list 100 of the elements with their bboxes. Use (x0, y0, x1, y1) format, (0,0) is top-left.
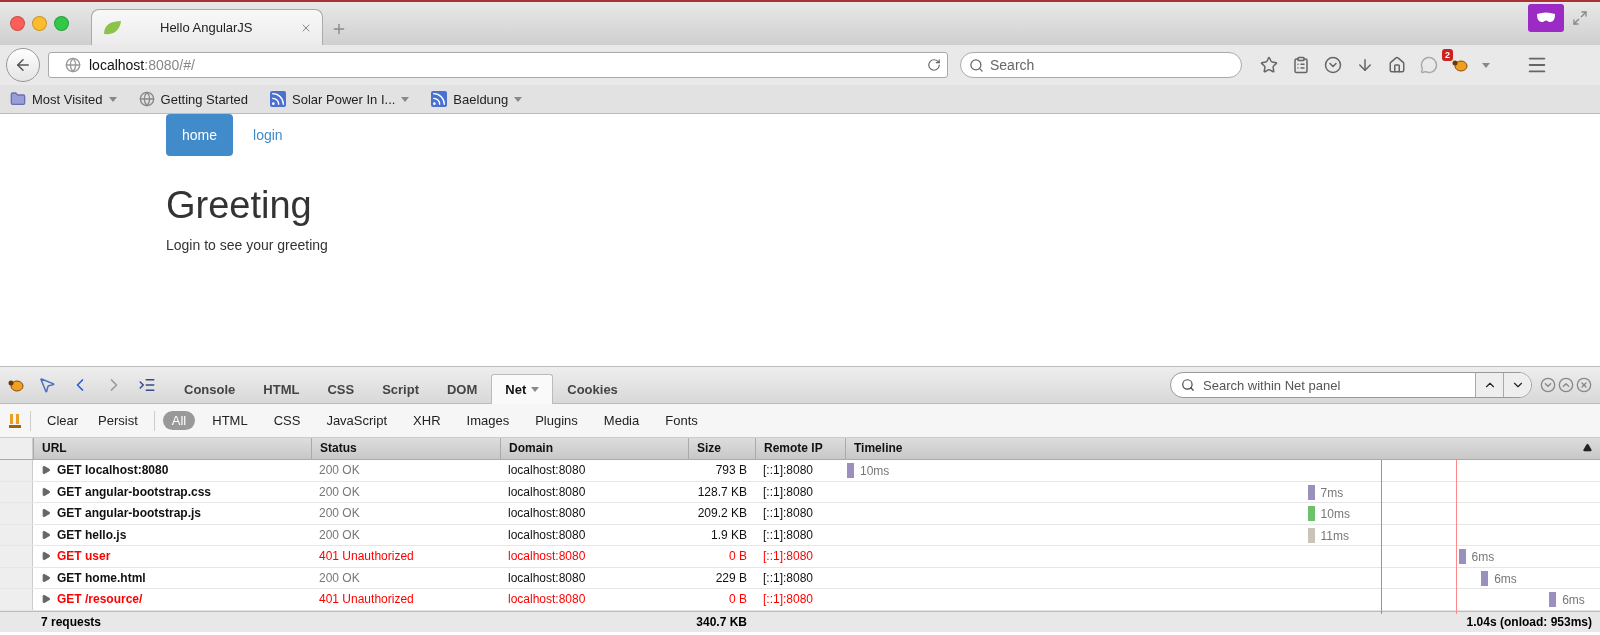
filter-button[interactable]: JavaScript (317, 411, 397, 430)
pocket-icon[interactable] (1324, 56, 1342, 74)
request-cell[interactable]: GET user (33, 546, 311, 567)
close-window-button[interactable] (10, 16, 25, 31)
nav-link[interactable]: home (166, 114, 234, 156)
caret-icon[interactable] (1482, 62, 1490, 68)
greeting-text: Login to see your greeting (166, 237, 328, 253)
filter-button[interactable]: HTML (203, 411, 257, 430)
filter-button[interactable]: CSS (264, 411, 310, 430)
reload-icon[interactable] (927, 58, 941, 72)
domain-cell-text: localhost:8080 (507, 483, 587, 501)
request-cell[interactable]: GET angular-bootstrap.css (33, 481, 311, 502)
inspect-icon[interactable] (38, 376, 56, 394)
request-cell[interactable]: GET /resource/ (33, 589, 311, 610)
home-icon[interactable] (1388, 56, 1406, 74)
devtools-tab[interactable]: CSS (313, 374, 369, 404)
status-cell-text: 200 OK (318, 462, 361, 480)
column-header[interactable]: Domain (500, 438, 688, 459)
expand-icon[interactable] (41, 465, 51, 476)
xhr-icon[interactable] (8, 412, 22, 429)
download-icon[interactable] (1356, 56, 1374, 74)
browser-tab[interactable]: Hello AngularJS (91, 9, 323, 45)
column-header[interactable]: Timeline (845, 438, 1600, 459)
expand-icon[interactable] (41, 529, 51, 540)
next-match-button[interactable] (1503, 373, 1531, 397)
bookmark-item[interactable]: Getting Started (138, 91, 249, 107)
close-panel-icon[interactable] (1576, 377, 1592, 393)
size-cell-text: 229 B (714, 569, 748, 587)
duration-text: 11ms (1320, 528, 1349, 543)
expand-icon[interactable] (41, 594, 51, 605)
expand-icon[interactable] (41, 551, 51, 562)
filter-button[interactable]: Fonts (656, 411, 707, 430)
bookmark-item[interactable]: Solar Power In I... (270, 91, 410, 107)
duration-text: 10ms (1320, 507, 1350, 521)
feed-icon (431, 91, 448, 107)
detach-panel-icon[interactable] (1558, 377, 1574, 393)
duration-text: 6ms (1562, 593, 1585, 607)
folder-icon (10, 91, 26, 107)
fullscreen-icon[interactable] (1572, 10, 1588, 26)
previous-match-button[interactable] (1475, 373, 1503, 397)
request-cell[interactable]: GET angular-bootstrap.js (33, 503, 311, 524)
net-search-field[interactable]: Search within Net panel (1170, 372, 1532, 398)
action-button[interactable]: Clear (39, 411, 87, 430)
page-heading: Greeting (166, 184, 313, 227)
status-cell-text: 200 OK (318, 569, 361, 587)
action-button[interactable]: Persist (90, 411, 146, 430)
notification-badge: 2 (1442, 49, 1453, 61)
url-text: localhost:8080/#/ (89, 57, 196, 73)
nav-link[interactable]: login (237, 114, 299, 156)
mask-icon (1536, 12, 1556, 24)
column-header[interactable]: Remote IP (755, 438, 845, 459)
column-header[interactable]: Size (688, 438, 755, 459)
status-cell-text: 200 OK (318, 526, 361, 544)
domain-cell-text: localhost:8080 (507, 526, 587, 544)
devtools-tab[interactable]: Script (368, 374, 433, 404)
size-cell-text: 128.7 KB (696, 483, 748, 501)
remote-ip-cell-text: [::1]:8080 (762, 591, 815, 609)
devtools-tab[interactable]: Cookies (553, 374, 632, 404)
status-cell-text: 401 Unauthorized (318, 591, 415, 609)
size-cell-text: 793 B (714, 462, 748, 480)
command-line-icon[interactable] (138, 376, 156, 394)
minimize-panel-icon[interactable] (1540, 377, 1556, 393)
domain-cell-text: localhost:8080 (507, 569, 587, 587)
domain-cell-text: localhost:8080 (507, 505, 587, 523)
bug-icon[interactable] (8, 378, 24, 392)
devtools-tab[interactable]: HTML (249, 374, 314, 404)
private-browsing-button[interactable] (1528, 4, 1564, 32)
total-time: 1.04s (onload: 953ms) (1465, 613, 1593, 631)
filter-button[interactable]: Images (457, 411, 519, 430)
filter-button[interactable]: Media (594, 411, 649, 430)
expand-icon[interactable] (41, 508, 51, 519)
size-cell-text: 1.9 KB (709, 526, 748, 544)
duration-text: 6ms (1471, 550, 1495, 564)
back-button[interactable] (6, 48, 40, 82)
status-cell-text: 200 OK (318, 483, 361, 501)
address-field[interactable]: localhost:8080/#/ (48, 52, 948, 78)
star-icon[interactable] (1260, 56, 1278, 74)
zoom-window-button[interactable] (54, 16, 69, 31)
size-cell-text: 0 B (728, 548, 748, 566)
bookmark-item[interactable]: Baeldung (431, 91, 523, 107)
size-cell-text: 209.2 KB (696, 505, 748, 523)
column-header[interactable]: Status (311, 438, 500, 459)
bug-icon[interactable] (1452, 58, 1468, 72)
expand-icon[interactable] (41, 486, 51, 497)
search-icon (969, 57, 984, 73)
devtools-tab[interactable]: Console (170, 374, 250, 404)
request-cell[interactable]: GET localhost:8080 (33, 460, 311, 481)
feed-icon (270, 91, 287, 107)
filter-button[interactable]: Plugins (526, 411, 587, 430)
filter-button[interactable]: XHR (404, 411, 450, 430)
request-cell[interactable]: GET home.html (33, 567, 311, 588)
expand-icon[interactable] (41, 572, 51, 583)
devtools-tab[interactable]: Net (491, 374, 554, 404)
sort-triangle-icon[interactable] (1583, 443, 1592, 452)
bookmark-item[interactable]: Most Visited (10, 91, 117, 107)
devtools-tab[interactable]: DOM (433, 374, 492, 404)
reading-list-icon[interactable] (1292, 56, 1310, 74)
request-cell[interactable]: GET hello.js (33, 524, 311, 545)
column-header[interactable]: URL (33, 438, 311, 459)
search-field[interactable]: Search (960, 52, 1242, 78)
